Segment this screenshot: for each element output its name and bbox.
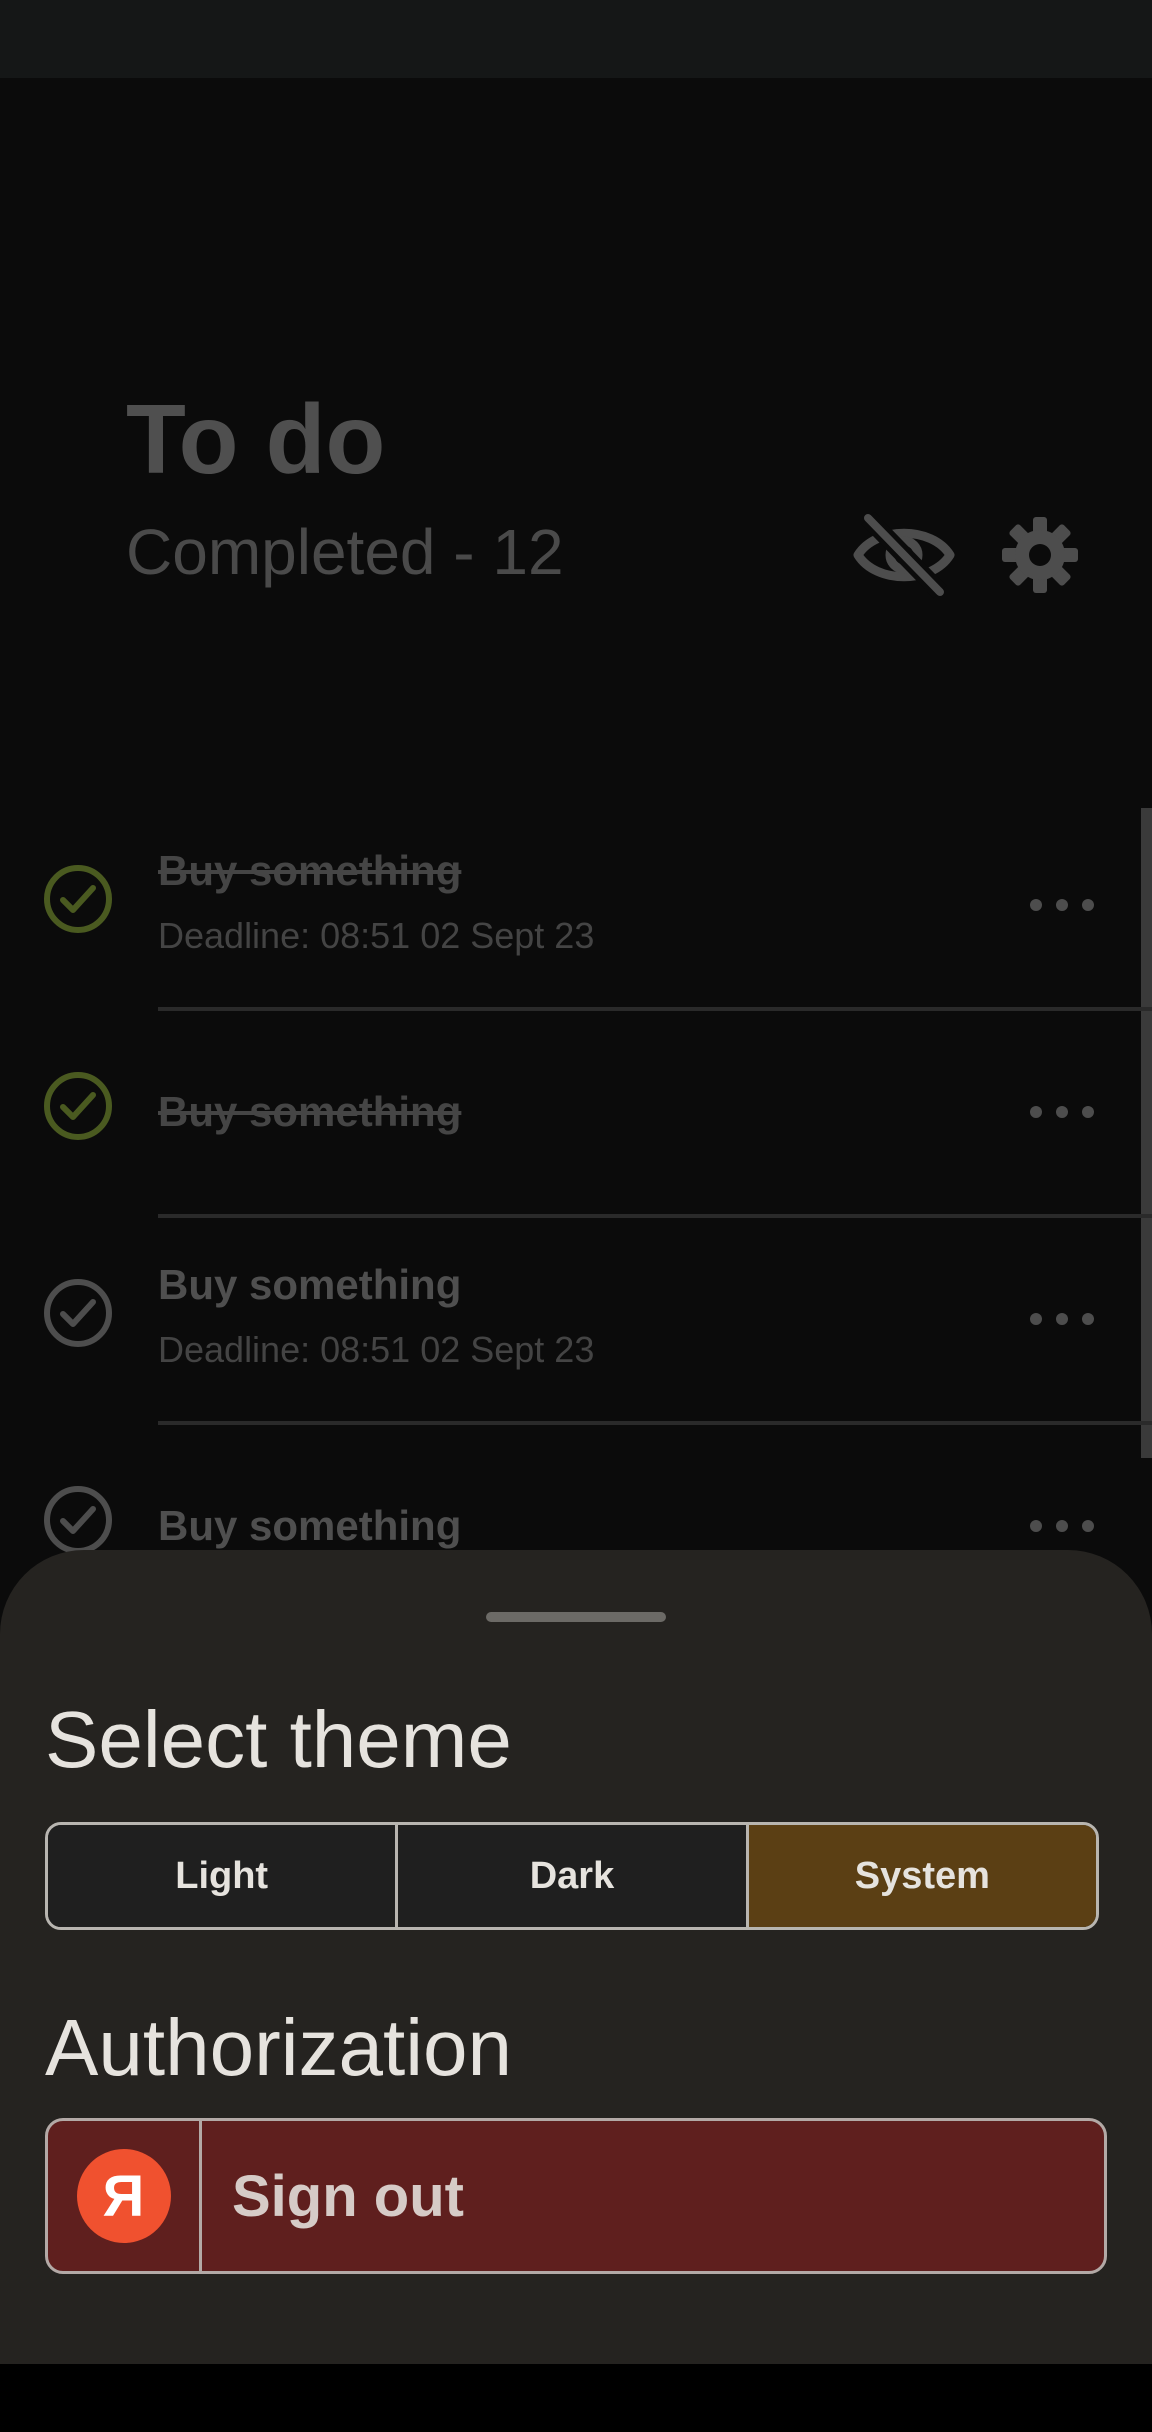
task-item[interactable]: Buy something (0, 1004, 1152, 1218)
check-circle-icon[interactable] (42, 1070, 114, 1142)
gear-icon (1002, 517, 1078, 593)
completed-count: Completed - 12 (126, 516, 564, 588)
task-title: Buy something (158, 1088, 462, 1135)
more-dots-icon[interactable] (1030, 1506, 1094, 1546)
more-dots-icon[interactable] (1030, 885, 1094, 925)
yandex-logo: Я (76, 2149, 171, 2243)
task-item[interactable]: Buy something Deadline: 08:51 02 Sept 23 (0, 797, 1152, 1011)
theme-heading: Select theme (45, 1695, 512, 1784)
settings-bottom-sheet: Select theme Light Dark System Authoriza… (0, 1550, 1152, 2364)
theme-selector: Light Dark System (45, 1822, 1099, 1930)
more-dots-icon[interactable] (1030, 1092, 1094, 1132)
task-title: Buy something (158, 1261, 462, 1308)
check-circle-icon[interactable] (42, 863, 114, 935)
drag-handle[interactable] (486, 1612, 666, 1622)
theme-option-system[interactable]: System (745, 1825, 1096, 1927)
sign-out-button[interactable]: Я Sign out (45, 2118, 1107, 2274)
task-deadline: Deadline: 08:51 02 Sept 23 (158, 915, 595, 956)
navigation-bar (0, 2364, 1152, 2432)
task-title: Buy something (158, 847, 462, 894)
status-bar (0, 0, 1152, 78)
task-title: Buy something (158, 1502, 462, 1549)
task-item[interactable]: Buy something Deadline: 08:51 02 Sept 23 (0, 1211, 1152, 1425)
logo-container: Я (48, 2121, 202, 2271)
task-deadline: Deadline: 08:51 02 Sept 23 (158, 1329, 595, 1370)
check-circle-icon[interactable] (42, 1277, 114, 1349)
page-title: To do (126, 384, 386, 494)
settings-button[interactable] (990, 510, 1090, 600)
authorization-heading: Authorization (45, 2003, 512, 2092)
check-circle-icon[interactable] (42, 1484, 114, 1556)
theme-option-light[interactable]: Light (48, 1825, 396, 1927)
eye-off-icon (853, 511, 955, 599)
more-dots-icon[interactable] (1030, 1299, 1094, 1339)
theme-option-dark[interactable]: Dark (395, 1825, 746, 1927)
sign-out-label: Sign out (232, 2163, 464, 2229)
toggle-visibility-button[interactable] (850, 510, 958, 600)
